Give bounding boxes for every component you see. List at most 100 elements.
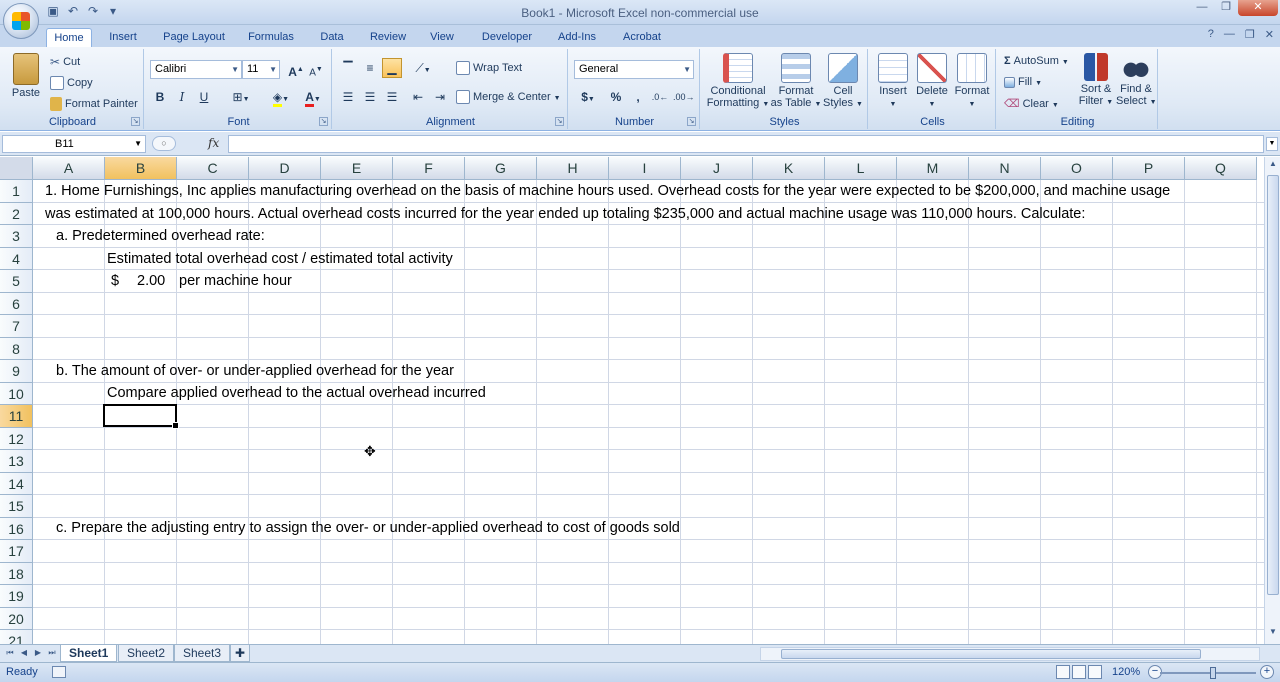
office-button[interactable] [3,3,39,39]
cell-a2[interactable]: was estimated at 100,000 hours. Actual o… [45,203,1085,225]
tab-developer[interactable]: Developer [474,28,540,47]
page-break-view-icon[interactable] [1088,665,1102,679]
active-cell-b11[interactable] [103,404,179,429]
row-header-12[interactable]: 12 [0,427,33,450]
cell-a9[interactable]: b. The amount of over- or under-applied … [56,360,454,382]
decrease-indent-button[interactable]: ⇤ [408,87,428,107]
name-box[interactable]: B11 ▼ [2,135,146,153]
sheet-tab-sheet3[interactable]: Sheet3 [174,645,231,662]
restore-button[interactable]: ❐ [1214,0,1238,16]
increase-indent-button[interactable]: ⇥ [430,87,450,107]
row-header-21[interactable]: 21 [0,630,33,644]
cell-a16[interactable]: c. Prepare the adjusting entry to assign… [56,517,680,539]
minimize-button[interactable]: — [1190,0,1214,16]
tab-view[interactable]: View [422,28,462,47]
sort-filter-button[interactable]: Sort & Filter ▼ [1076,53,1116,109]
column-header-g[interactable]: G [465,157,537,180]
help-icon[interactable]: ? [1208,28,1214,41]
vertical-scrollbar[interactable]: ▲ ▼ [1264,157,1280,644]
column-header-p[interactable]: P [1113,157,1185,180]
format-as-table-button[interactable]: Format as Table ▼ [770,53,822,111]
insert-sheet-button[interactable]: ✚ [230,645,251,662]
row-header-3[interactable]: 3 [0,225,33,248]
cell-b5-currency[interactable]: $ [111,270,119,292]
normal-view-icon[interactable] [1056,665,1070,679]
tab-page-layout[interactable]: Page Layout [156,28,232,47]
zoom-slider-knob[interactable] [1210,667,1216,679]
cell-a1[interactable]: 1. Home Furnishings, Inc applies manufac… [45,180,1170,202]
next-sheet-icon[interactable]: ▶ [32,647,44,659]
column-header-h[interactable]: H [537,157,609,180]
cut-button[interactable]: ✂ Cut [50,55,80,69]
align-right-button[interactable]: ☰ [382,87,402,107]
tab-home[interactable]: Home [46,28,92,47]
tab-review[interactable]: Review [362,28,414,47]
row-header-10[interactable]: 10 [0,382,33,405]
worksheet-grid[interactable]: ABCDEFGHIJKLMNOPQ 1 2 3 4 5 6 7 8 9 10 11 12 13 14 15 1… [0,157,1264,644]
column-header-l[interactable]: L [825,157,897,180]
row-header-11[interactable]: 11 [0,405,33,428]
middle-align-button[interactable]: ≡ [360,58,380,78]
tab-data[interactable]: Data [312,28,352,47]
column-header-j[interactable]: J [681,157,753,180]
grow-font-button[interactable]: A▲ [286,60,306,80]
alignment-dialog-launcher[interactable]: ↘ [555,117,564,126]
insert-function-button[interactable]: fx [208,136,219,150]
column-header-m[interactable]: M [897,157,969,180]
row-header-20[interactable]: 20 [0,607,33,630]
borders-button[interactable]: ⊞▼ [226,87,256,107]
column-header-i[interactable]: I [609,157,681,180]
autosum-button[interactable]: Σ AutoSum ▼ [1004,55,1069,67]
underline-button[interactable]: U [194,87,214,107]
sheet-tab-sheet2[interactable]: Sheet2 [118,645,175,662]
bold-button[interactable]: B [150,87,170,107]
decrease-decimal-button[interactable]: .00→ [672,87,695,107]
insert-cells-button[interactable]: Insert ▼ [874,53,912,109]
prev-sheet-icon[interactable]: ◀ [18,647,30,659]
row-header-19[interactable]: 19 [0,585,33,608]
ribbon-minimize-icon[interactable]: — [1224,28,1235,41]
tab-acrobat[interactable]: Acrobat [614,28,670,47]
zoom-level[interactable]: 120% [1112,666,1140,678]
font-size-select[interactable]: 11 ▼ [242,60,280,79]
scroll-down-icon[interactable]: ▼ [1267,627,1279,641]
zoom-in-icon[interactable]: + [1260,665,1274,679]
tab-formulas[interactable]: Formulas [240,28,302,47]
row-header-18[interactable]: 18 [0,562,33,585]
column-header-e[interactable]: E [321,157,393,180]
number-format-select[interactable]: General ▼ [574,60,694,79]
find-select-button[interactable]: Find & Select ▼ [1116,53,1157,109]
horizontal-scroll-thumb[interactable] [781,649,1201,659]
row-header-8[interactable]: 8 [0,337,33,360]
conditional-formatting-button[interactable]: Conditional Formatting ▼ [706,53,770,111]
format-cells-button[interactable]: Format ▼ [952,53,992,109]
wrap-text-button[interactable]: Wrap Text [456,61,522,75]
delete-cells-button[interactable]: Delete ▼ [912,53,952,109]
top-align-button[interactable]: ▔ [338,58,358,78]
column-header-c[interactable]: C [177,157,249,180]
italic-button[interactable]: I [172,87,192,107]
column-header-q[interactable]: Q [1185,157,1257,180]
font-color-button[interactable]: A▼ [298,87,328,107]
row-header-13[interactable]: 13 [0,450,33,473]
cell-b4[interactable]: Estimated total overhead cost / estimate… [107,248,453,270]
column-header-a[interactable]: A [33,157,105,180]
horizontal-scrollbar[interactable] [760,647,1260,661]
clear-button[interactable]: ⌫ Clear ▼ [1004,97,1059,110]
formula-options-icon[interactable]: ○ [152,136,176,151]
column-header-n[interactable]: N [969,157,1041,180]
fill-color-button[interactable]: ◈▼ [266,87,296,107]
column-header-b[interactable]: B [105,157,177,180]
macro-record-icon[interactable] [52,666,66,678]
column-header-d[interactable]: D [249,157,321,180]
row-header-14[interactable]: 14 [0,472,33,495]
clipboard-dialog-launcher[interactable]: ↘ [131,117,140,126]
column-header-f[interactable]: F [393,157,465,180]
zoom-slider[interactable] [1160,672,1256,674]
row-header-6[interactable]: 6 [0,292,33,315]
merge-center-button[interactable]: Merge & Center ▼ [456,90,561,104]
cell-a3[interactable]: a. Predetermined overhead rate: [56,225,265,247]
ribbon-restore-icon[interactable]: ❐ [1245,28,1255,41]
row-header-16[interactable]: 16 [0,517,33,540]
row-header-15[interactable]: 15 [0,495,33,518]
